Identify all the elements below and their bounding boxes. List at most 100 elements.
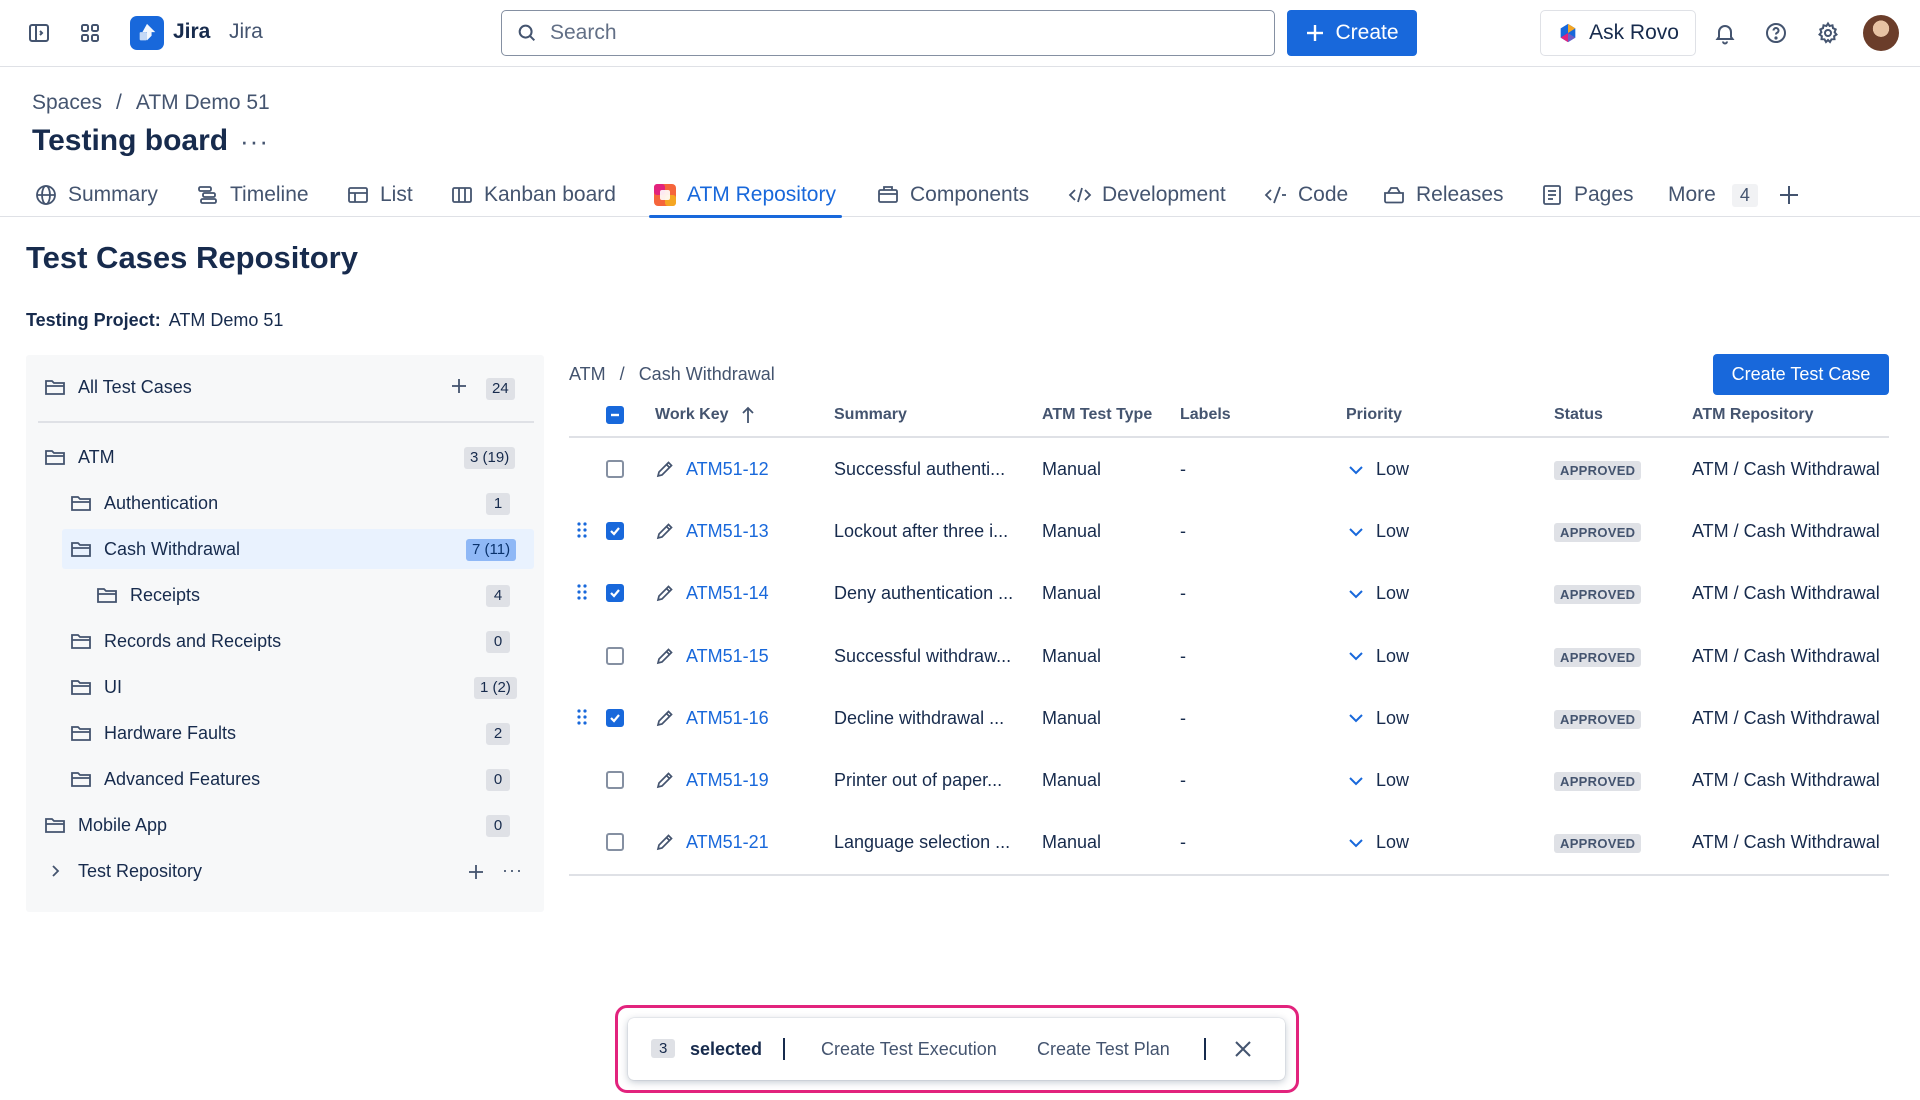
jira-logo-icon[interactable] (130, 16, 164, 50)
edit-pencil-icon[interactable] (655, 646, 675, 666)
add-tab-button[interactable] (1778, 173, 1800, 217)
edit-pencil-icon[interactable] (655, 770, 675, 790)
repository-more-button[interactable]: ··· (502, 860, 523, 881)
edit-pencil-icon[interactable] (655, 708, 675, 728)
column-header-priority[interactable]: Priority (1346, 406, 1402, 424)
drag-handle-icon[interactable] (577, 584, 587, 600)
tree-item-atm[interactable]: ATM (44, 437, 534, 477)
add-repository-button[interactable] (467, 863, 485, 881)
components-icon (878, 186, 898, 203)
drag-handle-icon[interactable] (577, 709, 587, 725)
table-breadcrumb-atm[interactable]: ATM (569, 364, 606, 385)
tab-list[interactable]: List (346, 173, 413, 217)
more-actions-button[interactable]: ··· (240, 126, 269, 157)
column-header-atm-test-type[interactable]: ATM Test Type (1042, 406, 1152, 424)
create-test-plan-button[interactable]: Create Test Plan (1037, 1039, 1170, 1060)
tab-more[interactable]: More 4 (1668, 173, 1758, 217)
tab-pages[interactable]: Pages (1540, 173, 1634, 217)
priority-low-icon (1349, 838, 1363, 848)
tree-item-hardware-faults[interactable]: Hardware Faults (70, 713, 534, 753)
column-header-atm-repository[interactable]: ATM Repository (1692, 406, 1813, 424)
tree-item-receipts[interactable]: Receipts (96, 575, 534, 615)
column-header-status[interactable]: Status (1554, 406, 1603, 424)
row-checkbox[interactable] (606, 460, 624, 478)
breadcrumb-project[interactable]: ATM Demo 51 (136, 91, 270, 115)
settings-gear-icon[interactable] (1813, 18, 1843, 48)
table-row[interactable]: ATM51-21 Language selection ... Manual - Low… (569, 812, 1889, 874)
summary-cell: Deny authentication ... (834, 583, 1014, 604)
work-key-link[interactable]: ATM51-21 (686, 832, 769, 853)
column-header-labels[interactable]: Labels (1180, 406, 1231, 424)
tab-summary[interactable]: Summary (34, 173, 158, 217)
tree-item-test-repository[interactable]: Test Repository (48, 851, 468, 891)
row-checkbox[interactable] (606, 708, 624, 727)
select-all-checkbox[interactable] (606, 406, 624, 424)
edit-pencil-icon[interactable] (655, 583, 675, 603)
column-header-summary[interactable]: Summary (834, 406, 907, 424)
work-key-link[interactable]: ATM51-19 (686, 770, 769, 791)
folder-count: 24 (486, 378, 515, 400)
priority-low-icon (1349, 714, 1363, 723)
priority-low-icon (1349, 527, 1363, 537)
tab-development[interactable]: Development (1068, 173, 1226, 217)
row-checkbox[interactable] (606, 584, 624, 603)
column-header-work-key[interactable]: Work Key (655, 406, 755, 424)
tab-kanban-board[interactable]: Kanban board (450, 173, 616, 217)
tab-code[interactable]: Code (1264, 173, 1348, 217)
edit-pencil-icon[interactable] (655, 521, 675, 541)
table-row[interactable]: ATM51-15 Successful withdraw... Manual - Low… (569, 626, 1889, 688)
work-key-link[interactable]: ATM51-16 (686, 708, 769, 729)
folder-icon (71, 680, 91, 695)
checkmark-icon (610, 589, 620, 599)
work-key-link[interactable]: ATM51-13 (686, 521, 769, 542)
work-key-link[interactable]: ATM51-15 (686, 646, 769, 667)
tab-components[interactable]: Components (876, 173, 1029, 217)
tab-atm-repository[interactable]: ATM Repository (649, 173, 842, 218)
workspace-name[interactable]: Jira (229, 20, 263, 44)
breadcrumb-spaces[interactable]: Spaces (32, 91, 102, 115)
user-avatar[interactable] (1863, 15, 1899, 51)
test-type-cell: Manual (1042, 645, 1102, 666)
chevron-right-icon[interactable] (48, 864, 62, 878)
table-row[interactable]: ATM51-13 Lockout after three i... Manual - L… (569, 501, 1889, 563)
app-name[interactable]: Jira (173, 20, 210, 44)
tree-item-records-and-receipts[interactable]: Records and Receipts (70, 621, 534, 661)
sort-ascending-icon (741, 406, 754, 423)
checkmark-icon (610, 714, 620, 723)
indeterminate-icon (611, 413, 619, 417)
table-row[interactable]: ATM51-19 Printer out of paper... Manual - Lo… (569, 750, 1889, 812)
create-button[interactable]: Create (1287, 10, 1417, 56)
create-test-execution-button[interactable]: Create Test Execution (821, 1039, 997, 1060)
create-test-case-button[interactable]: Create Test Case (1713, 354, 1889, 395)
tree-item-cash-withdrawal[interactable]: Cash Withdrawal (62, 529, 534, 569)
ask-rovo-button[interactable]: Ask Rovo (1540, 10, 1696, 56)
notifications-bell-icon[interactable] (1710, 18, 1740, 48)
edit-pencil-icon[interactable] (655, 832, 675, 852)
table-row[interactable]: ATM51-12 Successful authenti... Manual - Low… (569, 439, 1889, 501)
sidebar-toggle-icon[interactable] (24, 18, 54, 48)
add-folder-button[interactable] (450, 377, 468, 395)
edit-pencil-icon[interactable] (655, 459, 675, 479)
drag-handle-icon[interactable] (577, 522, 587, 538)
tree-item-ui[interactable]: UI (70, 667, 534, 707)
row-checkbox[interactable] (606, 646, 624, 665)
breadcrumb-separator: / (116, 91, 122, 114)
tree-item-authentication[interactable]: Authentication (70, 483, 534, 523)
tab-releases[interactable]: Releases (1382, 173, 1504, 217)
table-row[interactable]: ATM51-14 Deny authentication ... Manual - Lo… (569, 563, 1889, 625)
tree-item-mobile-app[interactable]: Mobile App (44, 805, 534, 845)
row-checkbox[interactable] (606, 522, 624, 541)
work-key-link[interactable]: ATM51-12 (686, 459, 769, 480)
table-row[interactable]: ATM51-16 Decline withdrawal ... Manual - Low… (569, 688, 1889, 750)
row-checkbox[interactable] (606, 771, 624, 789)
test-type-cell: Manual (1042, 583, 1102, 604)
search-input[interactable]: Search (501, 10, 1275, 56)
tab-timeline[interactable]: Timeline (196, 173, 309, 217)
help-icon[interactable] (1761, 18, 1791, 48)
tree-item-advanced-features[interactable]: Advanced Features (70, 759, 534, 799)
app-switcher-icon[interactable] (75, 18, 105, 48)
row-checkbox[interactable] (606, 833, 624, 852)
close-icon[interactable] (1233, 1039, 1253, 1059)
globe-icon (36, 185, 56, 205)
work-key-link[interactable]: ATM51-14 (686, 583, 769, 604)
